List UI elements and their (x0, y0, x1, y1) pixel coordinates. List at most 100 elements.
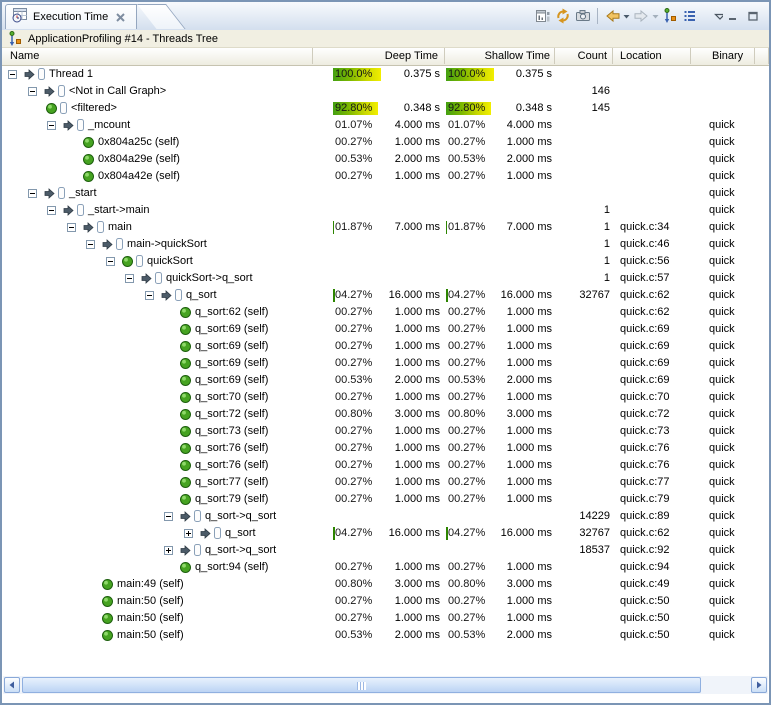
column-header-shallow-time[interactable]: Shallow Time (445, 48, 555, 64)
expander-minus-icon[interactable] (47, 121, 56, 130)
forward-menu-icon[interactable] (651, 6, 660, 26)
location-value: quick.c:73 (620, 423, 705, 440)
shallow-time-percent-value: 00.27% (448, 457, 485, 474)
tree-row[interactable]: main:50 (self)00.53%2.000 ms00.53%2.000 … (2, 627, 769, 644)
tree-row[interactable]: main:49 (self)00.80%3.000 ms00.80%3.000 … (2, 576, 769, 593)
tree-row[interactable]: 0x804a25c (self)00.27%1.000 ms00.27%1.00… (2, 134, 769, 151)
expander-minus-icon[interactable] (28, 87, 37, 96)
binary-value: quick (709, 610, 767, 627)
snapshot-icon[interactable] (573, 6, 593, 26)
tree-row[interactable]: q_sort:76 (self)00.27%1.000 ms00.27%1.00… (2, 457, 769, 474)
row-name: q_sort->q_sort (205, 508, 276, 525)
shallow-time-value: 1.000 ms (482, 491, 552, 508)
expander-plus-icon[interactable] (184, 529, 193, 538)
back-icon[interactable] (602, 6, 622, 26)
column-header-count[interactable]: Count (555, 48, 613, 64)
scrollbar-thumb[interactable] (22, 677, 701, 693)
shallow-time-percent-value: 01.07% (448, 117, 485, 134)
tree-row[interactable]: q_sort->q_sort18537quick.c:92quick (2, 542, 769, 559)
view-description: ApplicationProfiling #14 - Threads Tree (28, 33, 218, 45)
tree-row[interactable]: _mcount01.07%4.000 ms01.07%4.000 msquick (2, 117, 769, 134)
tree-row[interactable]: 0x804a29e (self)00.53%2.000 ms00.53%2.00… (2, 151, 769, 168)
refresh-icon[interactable] (553, 6, 573, 26)
tree-row[interactable]: q_sort:77 (self)00.27%1.000 ms00.27%1.00… (2, 474, 769, 491)
tree-row[interactable]: _start->main1quick (2, 202, 769, 219)
row-name: q_sort:69 (self) (195, 372, 268, 389)
location-value: quick.c:94 (620, 559, 705, 576)
expander-minus-icon[interactable] (125, 274, 134, 283)
binary-value: quick (709, 372, 767, 389)
shallow-time-percent-value: 00.27% (448, 423, 485, 440)
binary-value: quick (709, 355, 767, 372)
tree-row[interactable]: <Not in Call Graph>146 (2, 83, 769, 100)
tree-row[interactable]: q_sort:76 (self)00.27%1.000 ms00.27%1.00… (2, 440, 769, 457)
expander-minus-icon[interactable] (67, 223, 76, 232)
tree-row[interactable]: Thread 1100.0%0.375 s100.0%0.375 s (2, 66, 769, 83)
expander-minus-icon[interactable] (164, 512, 173, 521)
tree-row[interactable]: q_sort:69 (self)00.27%1.000 ms00.27%1.00… (2, 338, 769, 355)
shallow-time-value: 1.000 ms (482, 168, 552, 185)
expander-minus-icon[interactable] (145, 291, 154, 300)
expander-minus-icon[interactable] (8, 70, 17, 79)
tree-row[interactable]: q_sort:73 (self)00.27%1.000 ms00.27%1.00… (2, 423, 769, 440)
sample-sphere-icon (180, 341, 191, 352)
deep-time-value: 1.000 ms (370, 389, 440, 406)
expander-plus-icon[interactable] (164, 546, 173, 555)
tab-execution-time[interactable]: Execution Time (5, 4, 137, 29)
view-menu-icon[interactable] (714, 6, 723, 26)
expander-minus-icon[interactable] (47, 206, 56, 215)
tree-row[interactable]: _startquick (2, 185, 769, 202)
function-icon (214, 527, 221, 539)
profiling-view-icon[interactable] (533, 6, 553, 26)
column-header-name[interactable]: Name (2, 48, 313, 64)
shallow-time-value: 3.000 ms (482, 406, 552, 423)
sample-sphere-icon (102, 579, 113, 590)
tree-row[interactable]: q_sort:79 (self)00.27%1.000 ms00.27%1.00… (2, 491, 769, 508)
tree-row[interactable]: q_sort:69 (self)00.27%1.000 ms00.27%1.00… (2, 321, 769, 338)
deep-time-percent-value: 04.27% (335, 525, 372, 542)
location-value: quick.c:89 (620, 508, 705, 525)
close-icon[interactable] (114, 11, 126, 23)
minimize-icon[interactable] (723, 6, 743, 26)
tree-row[interactable]: q_sort04.27%16.000 ms04.27%16.000 ms3276… (2, 287, 769, 304)
expander-minus-icon[interactable] (106, 257, 115, 266)
shallow-time-value: 1.000 ms (482, 457, 552, 474)
column-header-binary[interactable]: Binary (691, 48, 755, 64)
tree-row[interactable]: q_sort:69 (self)00.27%1.000 ms00.27%1.00… (2, 355, 769, 372)
tree-row[interactable]: q_sort04.27%16.000 ms04.27%16.000 ms3276… (2, 525, 769, 542)
tree-row[interactable]: main:50 (self)00.27%1.000 ms00.27%1.000 … (2, 593, 769, 610)
location-value: quick.c:62 (620, 304, 705, 321)
expander-minus-icon[interactable] (86, 240, 95, 249)
count-value: 1 (550, 270, 610, 287)
tree-row[interactable]: main:50 (self)00.27%1.000 ms00.27%1.000 … (2, 610, 769, 627)
row-name: q_sort:69 (self) (195, 338, 268, 355)
tree-row[interactable]: main01.87%7.000 ms01.87%7.000 ms1quick.c… (2, 219, 769, 236)
location-value: quick.c:92 (620, 542, 705, 559)
tree-row[interactable]: main->quickSort1quick.c:46quick (2, 236, 769, 253)
tree-row[interactable]: <filtered>92.80%0.348 s92.80%0.348 s145 (2, 100, 769, 117)
scroll-right-button[interactable] (751, 677, 767, 693)
back-menu-icon[interactable] (622, 6, 631, 26)
deep-time-percent-value: 00.53% (335, 372, 372, 389)
forward-icon[interactable] (631, 6, 651, 26)
tree-row[interactable]: q_sort:69 (self)00.53%2.000 ms00.53%2.00… (2, 372, 769, 389)
tree-row[interactable]: q_sort:94 (self)00.27%1.000 ms00.27%1.00… (2, 559, 769, 576)
row-name: q_sort (225, 525, 256, 542)
tree-row[interactable]: q_sort:72 (self)00.80%3.000 ms00.80%3.00… (2, 406, 769, 423)
tree-row[interactable]: q_sort->q_sort14229quick.c:89quick (2, 508, 769, 525)
tree-row[interactable]: 0x804a42e (self)00.27%1.000 ms00.27%1.00… (2, 168, 769, 185)
tree-row[interactable]: quickSort1quick.c:56quick (2, 253, 769, 270)
threads-tree-icon[interactable] (660, 6, 680, 26)
expander-minus-icon[interactable] (28, 189, 37, 198)
horizontal-scrollbar[interactable] (3, 676, 768, 694)
scroll-left-button[interactable] (4, 677, 20, 693)
column-header-location[interactable]: Location (613, 48, 691, 64)
tree-row[interactable]: q_sort:62 (self)00.27%1.000 ms00.27%1.00… (2, 304, 769, 321)
binary-value: quick (709, 321, 767, 338)
tree-row[interactable]: q_sort:70 (self)00.27%1.000 ms00.27%1.00… (2, 389, 769, 406)
maximize-icon[interactable] (743, 6, 763, 26)
column-header-deep-time[interactable]: Deep Time (313, 48, 445, 64)
tree-row[interactable]: quickSort->q_sort1quick.c:57quick (2, 270, 769, 287)
flat-list-icon[interactable] (680, 6, 700, 26)
deep-time-value: 2.000 ms (370, 627, 440, 644)
